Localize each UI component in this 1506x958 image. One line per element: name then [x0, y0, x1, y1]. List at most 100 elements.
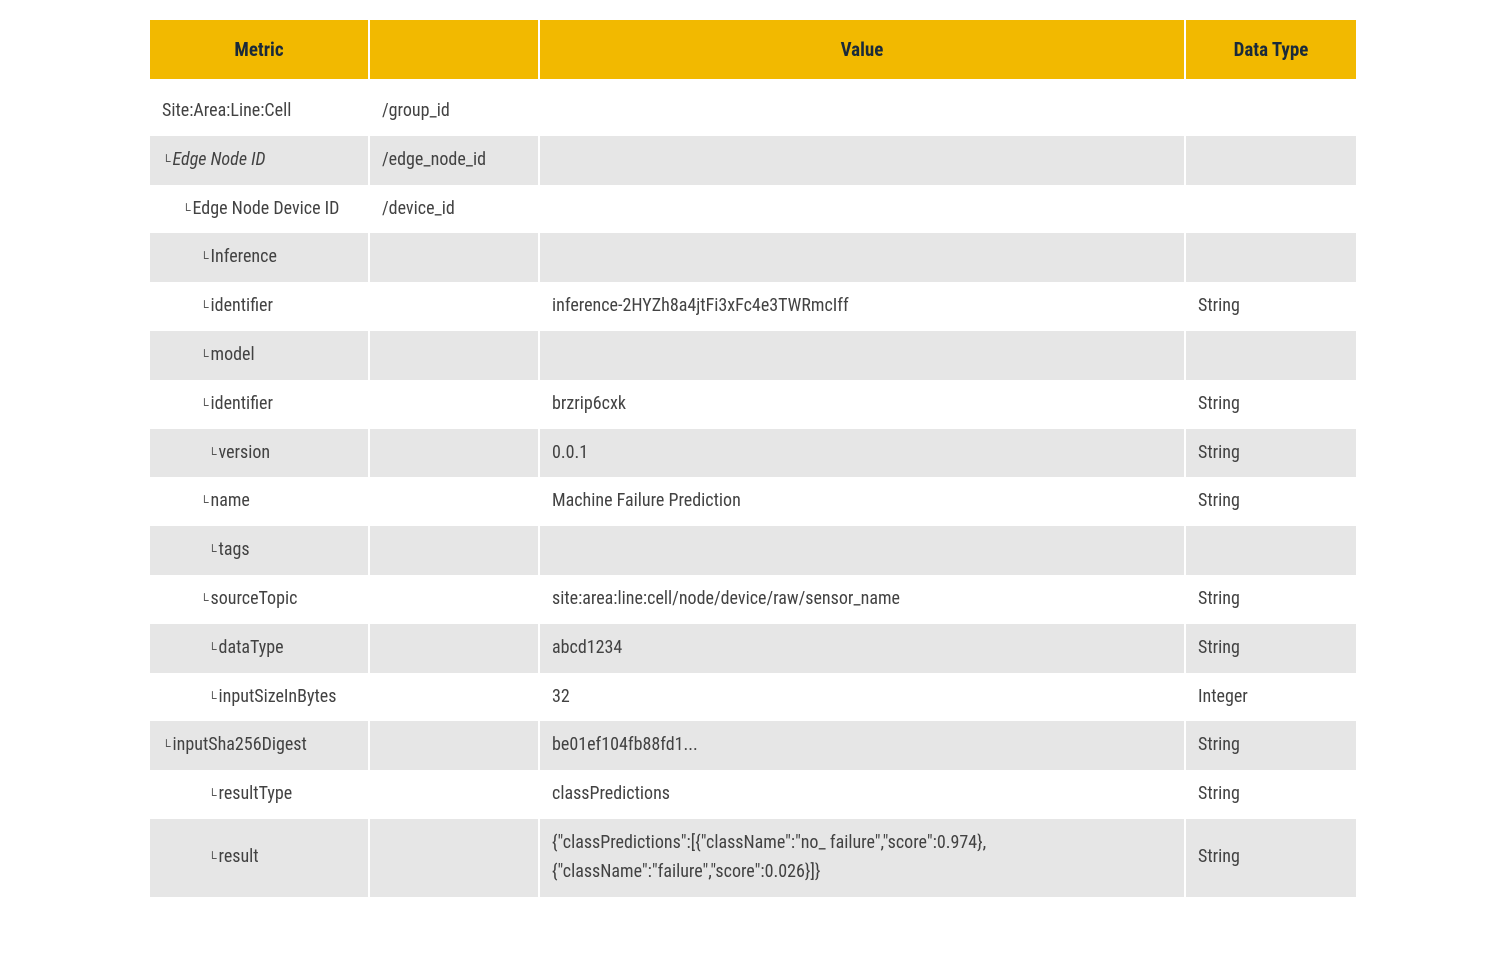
metric-label: model — [211, 344, 255, 365]
tree-branch-icon: └ — [208, 691, 217, 705]
table-row: └resultType classPredictionsString — [150, 770, 1356, 819]
table-row: └name Machine Failure PredictionString — [150, 477, 1356, 526]
cell-path — [370, 429, 540, 478]
header-metric: Metric — [150, 20, 370, 87]
metric-label: name — [211, 490, 250, 511]
cell-metric: └name — [150, 477, 370, 526]
cell-datatype: String — [1186, 380, 1356, 429]
cell-value: site:area:line:cell/node/device/raw/sens… — [540, 575, 1186, 624]
cell-value — [540, 331, 1186, 380]
metric-label: identifier — [211, 393, 273, 414]
table-row: └identifier inference-2HYZh8a4jtFi3xFc4e3… — [150, 282, 1356, 331]
cell-metric: └resultType — [150, 770, 370, 819]
table-row: └dataType abcd1234String — [150, 624, 1356, 673]
cell-value: classPredictions — [540, 770, 1186, 819]
tree-branch-icon: └ — [162, 739, 171, 753]
table-row: └Edge Node ID/edge_node_id — [150, 136, 1356, 185]
tree-branch-icon: └ — [208, 851, 217, 865]
metrics-table: Metric Value Data Type Site:Area:Line:Ce… — [150, 20, 1356, 897]
cell-path — [370, 477, 540, 526]
cell-metric: └model — [150, 331, 370, 380]
cell-metric: └dataType — [150, 624, 370, 673]
table-row: └sourceTopic site:area:line:cell/node/dev… — [150, 575, 1356, 624]
cell-datatype: String — [1186, 282, 1356, 331]
tree-branch-icon: └ — [200, 251, 209, 265]
cell-path — [370, 721, 540, 770]
cell-value — [540, 87, 1186, 136]
cell-metric: └Edge Node ID — [150, 136, 370, 185]
cell-path — [370, 673, 540, 722]
cell-path — [370, 380, 540, 429]
cell-datatype: String — [1186, 770, 1356, 819]
tree-branch-icon: └ — [162, 154, 171, 168]
cell-datatype: String — [1186, 575, 1356, 624]
table-row: └Inference — [150, 233, 1356, 282]
cell-value: abcd1234 — [540, 624, 1186, 673]
tree-branch-icon: └ — [208, 544, 217, 558]
cell-value: {"classPredictions":[{"className":"no_ f… — [540, 819, 1186, 897]
cell-datatype — [1186, 526, 1356, 575]
cell-datatype: String — [1186, 429, 1356, 478]
cell-metric: └tags — [150, 526, 370, 575]
cell-value — [540, 136, 1186, 185]
cell-metric: └identifier — [150, 282, 370, 331]
cell-datatype: String — [1186, 721, 1356, 770]
tree-branch-icon: └ — [200, 300, 209, 314]
header-datatype: Data Type — [1186, 20, 1356, 87]
cell-datatype: String — [1186, 477, 1356, 526]
table-header-row: Metric Value Data Type — [150, 20, 1356, 87]
cell-datatype — [1186, 233, 1356, 282]
cell-path — [370, 233, 540, 282]
tree-branch-icon: └ — [200, 349, 209, 363]
metric-label: version — [219, 442, 271, 463]
cell-datatype: String — [1186, 624, 1356, 673]
cell-value: be01ef104fb88fd1... — [540, 721, 1186, 770]
cell-path: /group_id — [370, 87, 540, 136]
cell-value: Machine Failure Prediction — [540, 477, 1186, 526]
table-row: └version 0.0.1String — [150, 429, 1356, 478]
table-row: └identifier brzrip6cxkString — [150, 380, 1356, 429]
cell-path: /device_id — [370, 185, 540, 234]
cell-value: inference-2HYZh8a4jtFi3xFc4e3TWRmcIff — [540, 282, 1186, 331]
tree-branch-icon: └ — [200, 398, 209, 412]
table-row: └Edge Node Device ID/device_id — [150, 185, 1356, 234]
cell-value: brzrip6cxk — [540, 380, 1186, 429]
cell-metric: └inputSizeInBytes — [150, 673, 370, 722]
tree-branch-icon: └ — [208, 447, 217, 461]
metric-label: result — [219, 846, 259, 867]
metric-label: Edge Node ID — [173, 149, 266, 170]
metric-label: identifier — [211, 295, 273, 316]
cell-datatype — [1186, 185, 1356, 234]
tree-branch-icon: └ — [200, 593, 209, 607]
cell-metric: └Edge Node Device ID — [150, 185, 370, 234]
cell-metric: └Inference — [150, 233, 370, 282]
header-path — [370, 20, 540, 87]
cell-path — [370, 282, 540, 331]
cell-metric: └sourceTopic — [150, 575, 370, 624]
cell-path — [370, 819, 540, 897]
metric-label: Inference — [211, 246, 277, 267]
cell-path — [370, 526, 540, 575]
metric-label: Edge Node Device ID — [193, 198, 340, 219]
table-row: └inputSizeInBytes32Integer — [150, 673, 1356, 722]
cell-datatype: String — [1186, 819, 1356, 897]
cell-datatype: Integer — [1186, 673, 1356, 722]
cell-value — [540, 526, 1186, 575]
cell-metric: └version — [150, 429, 370, 478]
tree-branch-icon: └ — [208, 788, 217, 802]
cell-metric: └result — [150, 819, 370, 897]
cell-metric: └identifier — [150, 380, 370, 429]
cell-path — [370, 624, 540, 673]
tree-branch-icon: └ — [208, 642, 217, 656]
cell-path — [370, 770, 540, 819]
tree-branch-icon: └ — [182, 203, 191, 217]
tree-branch-icon: └ — [200, 495, 209, 509]
cell-path — [370, 331, 540, 380]
metric-label: resultType — [219, 783, 293, 804]
table-row: └inputSha256Digest be01ef104fb88fd1...Str… — [150, 721, 1356, 770]
metric-label: inputSha256Digest — [173, 734, 307, 755]
metric-label: Site:Area:Line:Cell — [162, 100, 291, 121]
metric-label: sourceTopic — [211, 588, 298, 609]
cell-value: 0.0.1 — [540, 429, 1186, 478]
table-row: └result {"classPredictions":[{"className"… — [150, 819, 1356, 897]
